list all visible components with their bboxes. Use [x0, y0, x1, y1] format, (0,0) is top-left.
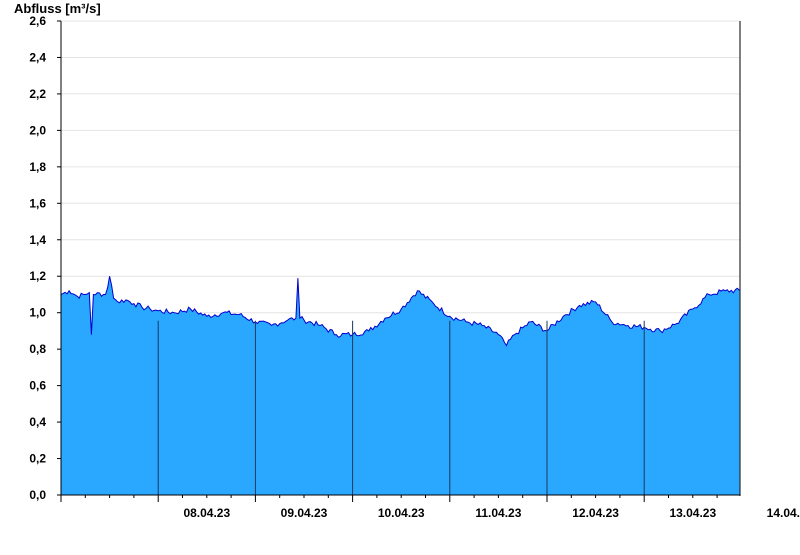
y-tick-label: 0,6	[29, 379, 46, 393]
y-tick-label: 0,2	[29, 452, 46, 466]
x-tick-label: 10.04.23	[378, 506, 425, 520]
x-tick-label: 09.04.23	[281, 506, 328, 520]
y-tick-label: 2,4	[29, 50, 46, 64]
chart-root: Abfluss [m³/s] 0,0 0,2 0,4 0,6 0,8 1,0 1,2 1,4 1…	[0, 0, 800, 550]
y-tick-label: 1,0	[29, 306, 46, 320]
x-tick-label: 12.04.23	[572, 506, 619, 520]
discharge-area	[61, 276, 740, 495]
x-tick-label: 11.04.23	[475, 506, 521, 520]
y-axis-title: Abfluss [m³/s]	[14, 1, 101, 16]
x-tick-label: 13.04.23	[669, 506, 716, 520]
y-tick-label: 0,8	[29, 342, 46, 356]
y-tick-label: 2,2	[29, 87, 46, 101]
y-tick-label: 0,0	[29, 488, 46, 502]
y-tick-label: 1,8	[29, 160, 46, 174]
y-tick-label: 1,2	[29, 269, 46, 283]
x-tick-label: 08.04.23	[183, 506, 230, 520]
y-tick-label: 2,6	[29, 14, 46, 28]
y-tick-label: 1,6	[29, 196, 46, 210]
y-tick-label: 2,0	[29, 123, 46, 137]
discharge-chart: 0,0 0,2 0,4 0,6 0,8 1,0 1,2 1,4 1,6 1,8 2,0 2,2 2,4 2…	[29, 14, 800, 520]
y-tick-label: 0,4	[29, 415, 46, 429]
x-tick-label: 14.04.23	[767, 506, 800, 520]
y-tick-label: 1,4	[29, 233, 46, 247]
